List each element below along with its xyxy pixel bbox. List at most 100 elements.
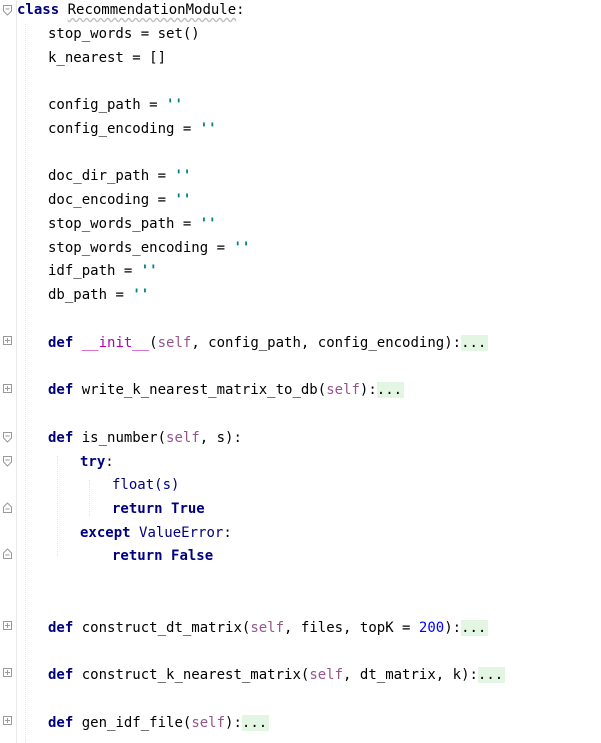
- code-line-stop-words-path[interactable]: stop_words_path = '': [48, 214, 217, 234]
- code-line-doc-encoding[interactable]: doc_encoding = '': [48, 190, 191, 210]
- fold-expand-icon[interactable]: [3, 384, 12, 393]
- gutter-divider: [16, 0, 17, 743]
- colon: :: [236, 2, 245, 18]
- operator: =: [107, 287, 133, 303]
- fold-collapse-icon[interactable]: [3, 456, 12, 467]
- code-line-doc-dir-path[interactable]: doc_dir_path = '': [48, 166, 191, 186]
- params: , dt_matrix, k: [343, 667, 462, 683]
- operator: =: [208, 240, 234, 256]
- editor-gutter: [0, 0, 16, 743]
- self-param: self: [326, 382, 360, 398]
- paren: ):: [225, 715, 242, 731]
- fold-expand-icon[interactable]: [3, 621, 12, 630]
- string-literal: '': [132, 287, 150, 303]
- class-name: RecommendationModule: [67, 2, 237, 18]
- code-line-def-idf[interactable]: def gen_idf_file(self):...: [48, 713, 270, 733]
- variable-name: doc_encoding: [48, 192, 150, 208]
- function-name: construct_k_nearest_matrix: [81, 667, 301, 683]
- function-name: gen_idf_file: [81, 715, 183, 731]
- variable-name: stop_words_encoding: [48, 240, 209, 256]
- fold-collapse-icon[interactable]: [3, 432, 12, 443]
- self-param: self: [157, 335, 192, 351]
- code-line-def-kn[interactable]: def construct_k_nearest_matrix(self, dt_…: [48, 665, 506, 685]
- indent-guide: [57, 456, 58, 556]
- keyword: def: [48, 382, 74, 398]
- paren: ):: [444, 620, 462, 636]
- paren: ):: [461, 667, 478, 683]
- operator: =: [132, 26, 158, 42]
- fold-expand-icon[interactable]: [3, 716, 12, 725]
- colon: :: [223, 525, 232, 541]
- keyword: False: [171, 548, 214, 564]
- folded-region[interactable]: ...: [241, 715, 270, 731]
- code-line-return-false[interactable]: return False: [112, 546, 213, 566]
- operator: =: [140, 97, 167, 113]
- function-name: construct_dt_matrix: [81, 620, 242, 636]
- code-line-except[interactable]: except ValueError:: [80, 523, 232, 543]
- code-line-float[interactable]: float(s): [112, 475, 179, 495]
- function-call: float(s): [112, 477, 180, 493]
- value: []: [149, 50, 167, 66]
- exception-class: ValueError: [139, 525, 224, 541]
- fold-end-icon[interactable]: [3, 548, 12, 559]
- params: , files, topK =: [284, 620, 419, 636]
- variable-name: stop_words_path: [48, 216, 175, 232]
- value: set(): [157, 26, 200, 42]
- code-line-try[interactable]: try:: [80, 452, 114, 472]
- code-line-def-init[interactable]: def __init__(self, config_path, config_e…: [48, 333, 489, 353]
- keyword: def: [48, 620, 74, 636]
- keyword: except: [80, 525, 131, 541]
- code-line-class[interactable]: class RecommendationModule:: [17, 0, 245, 20]
- fold-expand-icon[interactable]: [3, 336, 12, 345]
- code-line-db-path[interactable]: db_path = '': [48, 285, 149, 305]
- code-line-config-encoding[interactable]: config_encoding = '': [48, 119, 217, 139]
- keyword: return: [112, 548, 163, 564]
- paren: (: [157, 430, 167, 446]
- paren: ):: [444, 335, 462, 351]
- fold-end-icon[interactable]: [3, 502, 12, 513]
- code-line-config-path[interactable]: config_path = '': [48, 95, 183, 115]
- params: , config_path, config_encoding: [191, 335, 445, 351]
- paren: (: [317, 382, 327, 398]
- string-literal: '': [166, 97, 183, 113]
- string-literal: '': [174, 192, 192, 208]
- code-line-k-nearest[interactable]: k_nearest = []: [48, 48, 166, 68]
- operator: =: [149, 192, 175, 208]
- folded-region[interactable]: ...: [461, 620, 489, 636]
- self-param: self: [166, 430, 200, 446]
- operator: =: [174, 121, 200, 137]
- folded-region[interactable]: ...: [477, 667, 506, 683]
- string-literal: '': [174, 168, 192, 184]
- code-line-idf-path[interactable]: idf_path = '': [48, 261, 158, 281]
- colon: :: [105, 454, 114, 470]
- code-line-return-true[interactable]: return True: [112, 499, 205, 519]
- fold-collapse-icon[interactable]: [3, 5, 12, 16]
- operator: =: [123, 50, 150, 66]
- function-name: __init__: [81, 335, 150, 351]
- folded-region[interactable]: ...: [376, 382, 405, 398]
- keyword: True: [171, 501, 205, 517]
- self-param: self: [309, 667, 344, 683]
- self-param: self: [250, 620, 285, 636]
- code-line-stop-words[interactable]: stop_words = set(): [48, 24, 200, 44]
- operator: =: [115, 263, 141, 279]
- keyword: class: [17, 2, 60, 18]
- fold-expand-icon[interactable]: [3, 668, 12, 677]
- indent-guide: [89, 480, 90, 516]
- string-literal: '': [233, 240, 251, 256]
- string-literal: '': [199, 121, 217, 137]
- code-line-def-dt[interactable]: def construct_dt_matrix(self, files, top…: [48, 618, 489, 638]
- keyword: return: [112, 501, 163, 517]
- keyword: try: [80, 454, 106, 470]
- string-literal: '': [140, 263, 158, 279]
- code-line-def-is-number[interactable]: def is_number(self, s):: [48, 428, 242, 448]
- code-line-def-write[interactable]: def write_k_nearest_matrix_to_db(self):.…: [48, 380, 405, 400]
- operator: =: [149, 168, 175, 184]
- operator: =: [174, 216, 200, 232]
- params: , s: [199, 430, 226, 446]
- keyword: def: [48, 335, 74, 351]
- function-name: write_k_nearest_matrix_to_db: [81, 382, 318, 398]
- variable-name: k_nearest: [48, 50, 124, 66]
- folded-region[interactable]: ...: [461, 335, 489, 351]
- code-line-stop-words-encoding[interactable]: stop_words_encoding = '': [48, 238, 250, 258]
